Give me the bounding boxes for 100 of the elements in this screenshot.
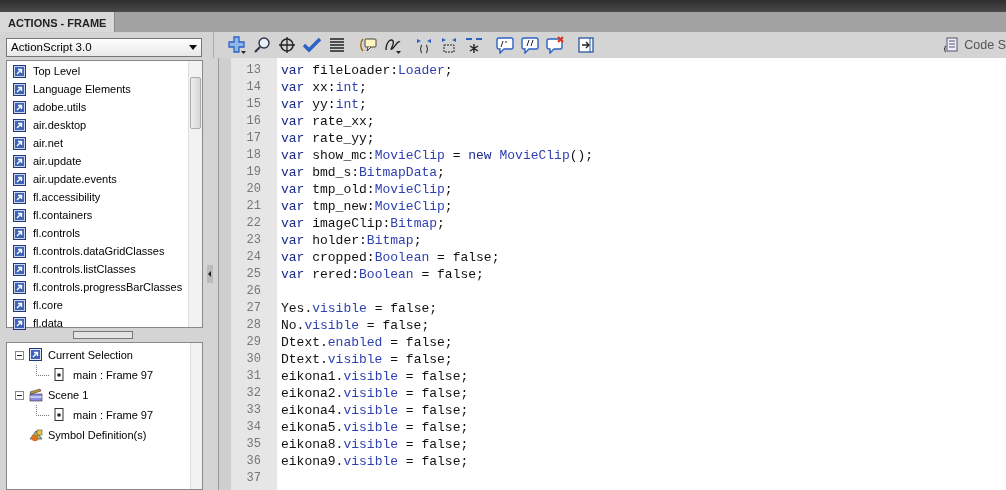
- line-comment-icon[interactable]: [521, 36, 539, 54]
- expand-all-icon[interactable]: [465, 36, 483, 54]
- toolbox-item[interactable]: fl.data: [7, 314, 188, 332]
- toolbox-item[interactable]: fl.containers: [7, 206, 188, 224]
- frame-icon: [52, 368, 66, 382]
- code-line: var bmd_s:BitmapData;: [281, 164, 446, 181]
- toolbox-item[interactable]: fl.controls.listClasses: [7, 260, 188, 278]
- line-number: 23: [245, 232, 262, 249]
- line-number: 13: [245, 62, 262, 79]
- code-line: var yy:int;: [281, 96, 368, 113]
- tree-toggle-icon[interactable]: [15, 350, 24, 360]
- shapes-icon: [29, 428, 43, 442]
- tree-item[interactable]: main : Frame 97: [73, 366, 154, 384]
- code-line: var tmp_old:MovieClip;: [281, 181, 454, 198]
- splitter-handle[interactable]: [72, 331, 133, 339]
- caret-icon: [189, 45, 197, 50]
- code-line: Dtext.visible = false;: [281, 351, 454, 368]
- code-line: eikona1.visible = false;: [281, 368, 470, 385]
- block-comment-icon[interactable]: [496, 36, 514, 54]
- toolbox-item[interactable]: air.update.events: [7, 170, 188, 188]
- checkmark-icon[interactable]: [303, 36, 321, 54]
- package-icon: [13, 190, 26, 204]
- code-line: No.visible = false;: [281, 317, 431, 334]
- lines-icon[interactable]: [328, 36, 346, 54]
- line-number: 30: [245, 351, 262, 368]
- code-line: Dtext.enabled = false;: [281, 334, 454, 351]
- tree-item[interactable]: main : Frame 97: [73, 406, 154, 424]
- package-icon: [13, 244, 26, 258]
- toolbox-item[interactable]: adobe.utils: [7, 98, 188, 116]
- package-icon: [13, 136, 26, 150]
- line-number: 33: [245, 402, 262, 419]
- line-number: 21: [245, 198, 262, 215]
- collapse-selection-icon[interactable]: [440, 36, 458, 54]
- toolbox-item[interactable]: fl.controls.dataGridClasses: [7, 242, 188, 260]
- line-number: 26: [245, 283, 262, 300]
- speech-bubble-icon[interactable]: [359, 36, 377, 54]
- tree-connector: [36, 405, 50, 416]
- snippet-icon: [942, 37, 959, 53]
- code-line: Yes.visible = false;: [281, 300, 439, 317]
- line-number: 16: [245, 113, 262, 130]
- line-number: 19: [245, 164, 262, 181]
- scrollbar[interactable]: [188, 61, 202, 327]
- toolbox-item[interactable]: fl.core: [7, 296, 188, 314]
- package-icon: [13, 100, 26, 114]
- line-number: 20: [245, 181, 262, 198]
- package-icon: [13, 82, 26, 96]
- tree-item[interactable]: Current Selection: [48, 346, 133, 364]
- toolbox-item[interactable]: fl.controls.progressBarClasses: [7, 278, 188, 296]
- toolbox-item[interactable]: Language Elements: [7, 80, 188, 98]
- tree-item[interactable]: Scene 1: [48, 386, 89, 404]
- line-number: 18: [245, 147, 262, 164]
- line-number: 17: [245, 130, 262, 147]
- arrow-box-icon: [29, 348, 43, 362]
- tree-item[interactable]: Symbol Definition(s): [48, 426, 147, 444]
- code-line: var tmp_new:MovieClip;: [281, 198, 454, 215]
- toolbox-item[interactable]: fl.accessibility: [7, 188, 188, 206]
- pen-icon[interactable]: [384, 36, 402, 54]
- code-line: var rate_yy;: [281, 130, 376, 147]
- code-line: var xx:int;: [281, 79, 368, 96]
- code-line: eikona9.visible = false;: [281, 453, 470, 470]
- toolbox-item[interactable]: fl.controls: [7, 224, 188, 242]
- line-number: 27: [245, 300, 262, 317]
- panel-toggle-icon[interactable]: [577, 36, 595, 54]
- tree-toggle-icon[interactable]: [15, 390, 24, 400]
- frame-icon: [52, 408, 66, 422]
- code-line: var fileLoader:Loader;: [281, 62, 454, 79]
- code-line: eikona4.visible = false;: [281, 402, 470, 419]
- package-icon: [13, 280, 26, 294]
- scrollbar[interactable]: [190, 343, 202, 489]
- search-icon[interactable]: [253, 36, 271, 54]
- add-icon[interactable]: [228, 36, 246, 54]
- code-line: var show_mc:MovieClip = new MovieClip();: [281, 147, 595, 164]
- line-number: 29: [245, 334, 262, 351]
- code-snippets-button[interactable]: Code S: [942, 35, 1006, 55]
- line-number: 37: [245, 470, 262, 487]
- crosshair-icon[interactable]: [278, 36, 296, 54]
- panel-tab[interactable]: ACTIONS - FRAME: [0, 12, 116, 32]
- code-line: eikona2.visible = false;: [281, 385, 470, 402]
- tree-connector: [36, 365, 50, 376]
- package-icon: [13, 64, 26, 78]
- line-number: 14: [245, 79, 262, 96]
- remove-comment-icon[interactable]: [546, 36, 564, 54]
- code-line: var rered:Boolean = false;: [281, 266, 485, 283]
- toolbox-item[interactable]: air.net: [7, 134, 188, 152]
- toolbox-item[interactable]: air.update: [7, 152, 188, 170]
- collapse-braces-icon[interactable]: [415, 36, 433, 54]
- line-number: 24: [245, 249, 262, 266]
- package-icon: [13, 208, 26, 222]
- package-icon: [13, 118, 26, 132]
- package-icon: [13, 154, 26, 168]
- package-icon: [13, 298, 26, 312]
- code-line: var rate_xx;: [281, 113, 376, 130]
- toolbox-item[interactable]: Top Level: [7, 62, 188, 80]
- language-dropdown[interactable]: ActionScript 3.0: [6, 38, 202, 57]
- line-number: 34: [245, 419, 262, 436]
- code-line: eikona5.visible = false;: [281, 419, 470, 436]
- toolbox-item[interactable]: air.desktop: [7, 116, 188, 134]
- code-line: var imageClip:Bitmap;: [281, 215, 446, 232]
- clapperboard-icon: [29, 388, 43, 402]
- package-icon: [13, 172, 26, 186]
